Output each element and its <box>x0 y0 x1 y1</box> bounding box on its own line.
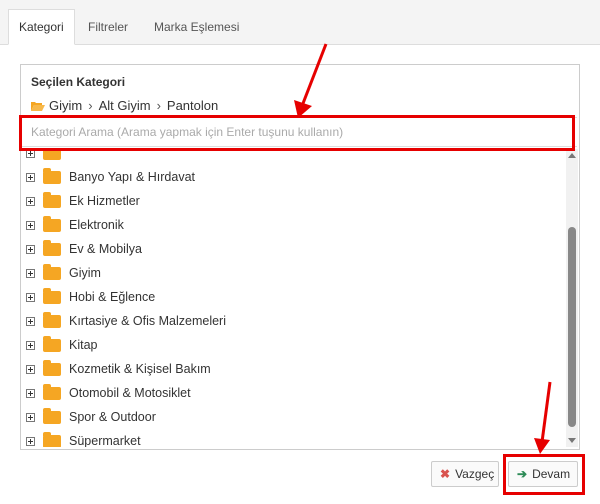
scroll-up-icon[interactable] <box>568 153 576 158</box>
breadcrumb-item[interactable]: Pantolon <box>167 98 218 113</box>
tree-item-label[interactable]: Kitap <box>69 338 98 352</box>
next-button[interactable]: ➔ Devam <box>508 461 578 487</box>
expand-icon[interactable] <box>26 268 35 278</box>
folder-icon <box>43 431 61 447</box>
expand-icon[interactable] <box>26 244 35 254</box>
folder-icon <box>43 287 61 304</box>
next-button-label: Devam <box>532 467 571 481</box>
tree-item-partial[interactable] <box>21 149 69 165</box>
tree-item[interactable]: Ek Hizmetler <box>21 189 140 213</box>
tab-bar: Kategori Filtreler Marka Eşlemesi <box>0 0 600 45</box>
cancel-button[interactable]: ✖ Vazgeç <box>431 461 499 487</box>
breadcrumb-item[interactable]: Alt Giyim <box>99 98 151 113</box>
tree-item-label[interactable]: Banyo Yapı & Hırdavat <box>69 170 195 184</box>
tree-item[interactable]: Kırtasiye & Ofis Malzemeleri <box>21 309 226 333</box>
folder-icon <box>43 359 61 376</box>
category-search-input[interactable] <box>21 117 577 147</box>
times-icon: ✖ <box>440 467 451 481</box>
folder-icon <box>43 191 61 208</box>
tree-item[interactable]: Ev & Mobilya <box>21 237 142 261</box>
expand-icon[interactable] <box>26 220 35 230</box>
folder-icon <box>43 215 61 232</box>
folder-icon <box>43 407 61 424</box>
tree-item-label[interactable]: Ek Hizmetler <box>69 194 140 208</box>
folder-open-icon <box>31 100 45 111</box>
expand-icon[interactable] <box>26 436 35 446</box>
expand-icon[interactable] <box>26 196 35 206</box>
tree-item-label[interactable]: Elektronik <box>69 218 124 232</box>
tree-item[interactable]: Otomobil & Motosiklet <box>21 381 191 405</box>
tree-item-label[interactable]: Kırtasiye & Ofis Malzemeleri <box>69 314 226 328</box>
tree-item-label[interactable]: Otomobil & Motosiklet <box>69 386 191 400</box>
expand-icon[interactable] <box>26 340 35 350</box>
folder-icon <box>43 263 61 280</box>
chevron-right-icon: › <box>88 97 93 113</box>
expand-icon[interactable] <box>26 388 35 398</box>
tree-item-label[interactable]: Giyim <box>69 266 101 280</box>
expand-icon[interactable] <box>26 149 35 158</box>
expand-icon[interactable] <box>26 364 35 374</box>
tree-item[interactable]: Kitap <box>21 333 98 357</box>
folder-icon <box>43 167 61 184</box>
selected-category-title: Seçilen Kategori <box>31 75 126 89</box>
breadcrumb: Giyim › Alt Giyim › Pantolon <box>31 97 218 113</box>
tree-item[interactable]: Spor & Outdoor <box>21 405 156 429</box>
cancel-button-label: Vazgeç <box>455 467 495 481</box>
folder-icon <box>43 335 61 352</box>
folder-icon <box>43 383 61 400</box>
scroll-thumb[interactable] <box>568 227 576 427</box>
tree-item-label[interactable]: Spor & Outdoor <box>69 410 156 424</box>
tab-kategori[interactable]: Kategori <box>8 9 75 45</box>
chevron-right-icon: › <box>156 97 161 113</box>
category-tree: Banyo Yapı & Hırdavat Ek Hizmetler Elekt… <box>21 149 566 447</box>
tree-item[interactable]: Elektronik <box>21 213 124 237</box>
tree-item-label[interactable]: Süpermarket <box>69 434 141 447</box>
tab-filtreler[interactable]: Filtreler <box>78 10 138 44</box>
tree-item-label[interactable]: Kozmetik & Kişisel Bakım <box>69 362 211 376</box>
expand-icon[interactable] <box>26 292 35 302</box>
folder-icon <box>43 311 61 328</box>
tab-marka-eslemesi[interactable]: Marka Eşlemesi <box>144 10 249 44</box>
category-panel: Seçilen Kategori Giyim › Alt Giyim › Pan… <box>20 64 580 450</box>
breadcrumb-item[interactable]: Giyim <box>49 98 82 113</box>
folder-icon <box>43 239 61 256</box>
tree-item-label[interactable]: Ev & Mobilya <box>69 242 142 256</box>
tree-item[interactable]: Giyim <box>21 261 101 285</box>
tree-item[interactable]: Hobi & Eğlence <box>21 285 155 309</box>
tree-item[interactable]: Kozmetik & Kişisel Bakım <box>21 357 211 381</box>
scroll-down-icon[interactable] <box>568 438 576 443</box>
folder-icon <box>43 149 61 160</box>
tree-scrollbar[interactable] <box>566 149 578 447</box>
tree-item[interactable]: Süpermarket <box>21 429 141 447</box>
expand-icon[interactable] <box>26 172 35 182</box>
tree-item-label[interactable]: Hobi & Eğlence <box>69 290 155 304</box>
expand-icon[interactable] <box>26 412 35 422</box>
arrow-right-icon: ➔ <box>517 467 528 481</box>
expand-icon[interactable] <box>26 316 35 326</box>
tree-item[interactable]: Banyo Yapı & Hırdavat <box>21 165 195 189</box>
